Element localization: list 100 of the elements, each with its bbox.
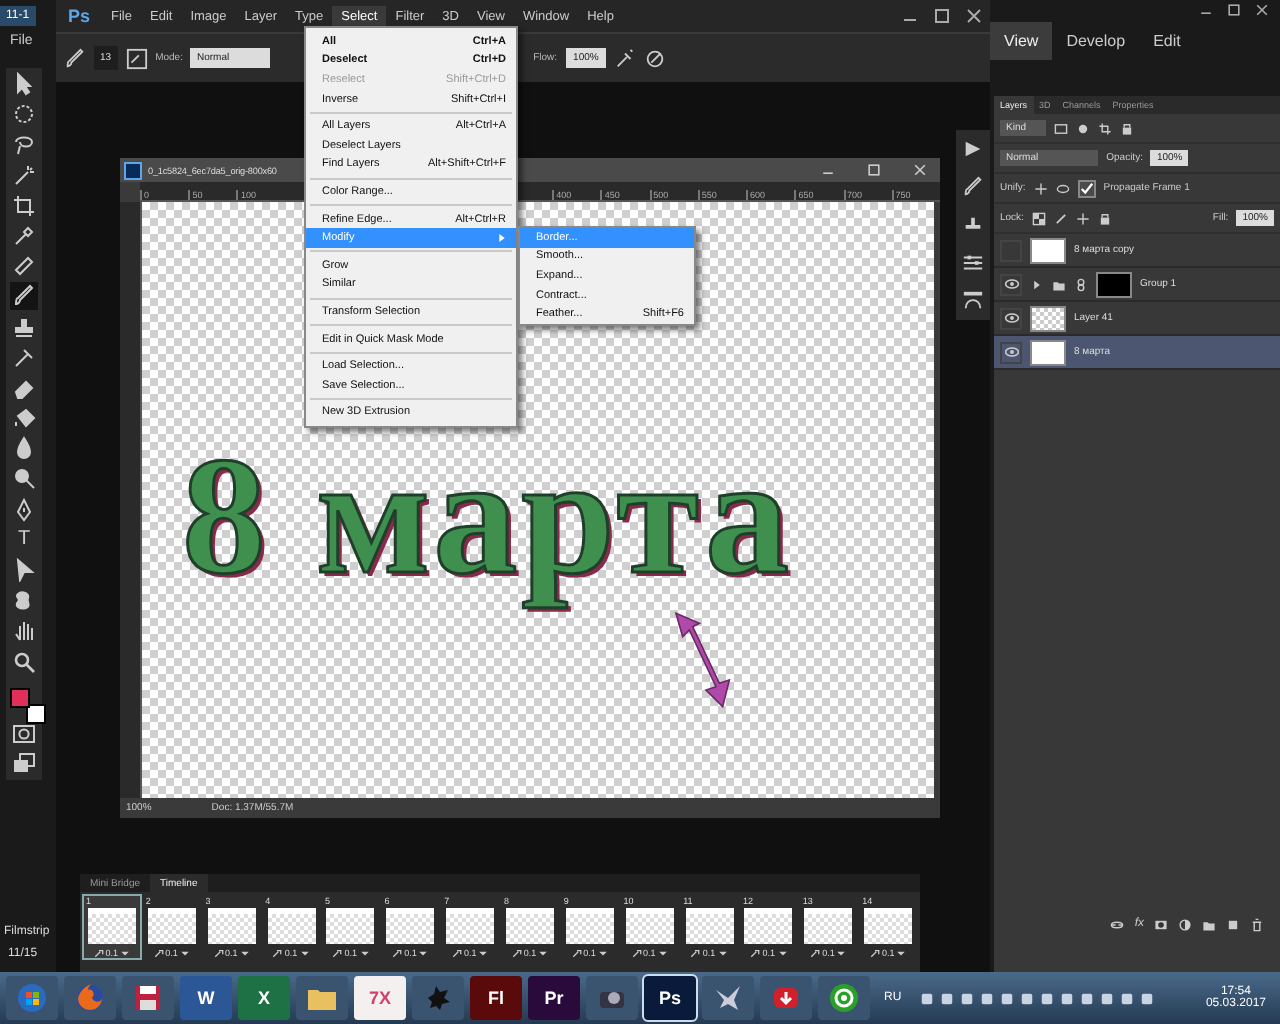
- half-circle-icon[interactable]: [1178, 917, 1192, 931]
- folder-icon[interactable]: [1202, 917, 1216, 931]
- caret-icon[interactable]: [597, 948, 608, 958]
- loop-icon[interactable]: [451, 948, 462, 958]
- app-logo: Ps: [68, 6, 91, 26]
- taskbar-app[interactable]: 7X: [354, 976, 406, 1020]
- trash-icon[interactable]: [1250, 917, 1264, 931]
- caret-icon[interactable]: [179, 948, 190, 958]
- image-icon[interactable]: [1054, 121, 1069, 135]
- loop-icon[interactable]: [511, 948, 522, 958]
- play-icon[interactable]: [962, 138, 984, 160]
- loop-icon[interactable]: [213, 948, 224, 958]
- quick-mask-icon[interactable]: [12, 721, 36, 746]
- close-icon[interactable]: [1254, 2, 1270, 18]
- module-tab[interactable]: View: [990, 21, 1053, 59]
- caret-icon[interactable]: [299, 948, 310, 958]
- taskbar-app[interactable]: Fl: [470, 976, 522, 1020]
- loop-icon[interactable]: [631, 948, 642, 958]
- pressure-icon[interactable]: [644, 47, 667, 69]
- caret-icon[interactable]: [717, 948, 728, 958]
- loop-icon[interactable]: [750, 948, 761, 958]
- airbrush-icon[interactable]: [614, 47, 637, 69]
- caret-icon[interactable]: [359, 948, 369, 958]
- pointer-icon[interactable]: [12, 558, 36, 582]
- maximize-icon[interactable]: [932, 6, 952, 26]
- taskbar-app[interactable]: W: [180, 976, 232, 1020]
- taskbar-button[interactable]: [296, 976, 348, 1020]
- blob-icon[interactable]: [12, 588, 36, 613]
- caret-icon[interactable]: [418, 948, 429, 958]
- zoom-icon[interactable]: [12, 649, 36, 674]
- sliders-icon[interactable]: [962, 252, 984, 274]
- close-icon[interactable]: [910, 162, 930, 178]
- caret-icon[interactable]: [120, 948, 131, 958]
- move-icon[interactable]: [1033, 181, 1048, 195]
- submenu-arrow-icon: [498, 234, 506, 243]
- close-icon[interactable]: [964, 6, 984, 26]
- taskbar-button[interactable]: [586, 976, 638, 1020]
- mask-icon[interactable]: [1154, 917, 1168, 931]
- crop-icon[interactable]: [1098, 121, 1113, 135]
- lock-icon[interactable]: [1097, 211, 1112, 225]
- lollipop-icon[interactable]: [12, 466, 36, 491]
- brush-panel-icon[interactable]: [125, 47, 148, 69]
- stamp-icon[interactable]: [12, 315, 36, 339]
- dashed-circle-icon[interactable]: [12, 102, 36, 127]
- color-swatch[interactable]: [10, 687, 30, 708]
- caret-icon[interactable]: [538, 948, 549, 958]
- color-swatch[interactable]: [26, 703, 46, 724]
- maximize-icon[interactable]: [864, 162, 884, 178]
- module-tab[interactable]: Develop: [1052, 21, 1140, 59]
- loop-icon[interactable]: [869, 948, 880, 958]
- caret-icon[interactable]: [836, 948, 847, 958]
- eyedropper-icon[interactable]: [12, 223, 36, 248]
- checker-icon[interactable]: [1031, 211, 1046, 225]
- visibility-toggle[interactable]: [1000, 307, 1022, 329]
- module-tab[interactable]: Edit: [1139, 21, 1195, 59]
- loop-icon[interactable]: [810, 948, 821, 958]
- circle-icon[interactable]: [1076, 121, 1091, 135]
- expand-arrow-icon[interactable]: [1030, 277, 1044, 291]
- frame-thumbnail: [147, 908, 196, 944]
- taskbar-button[interactable]: [6, 976, 58, 1020]
- loop-icon[interactable]: [690, 948, 701, 958]
- new-layer-icon[interactable]: [1226, 917, 1240, 931]
- crop-icon[interactable]: [12, 193, 36, 218]
- loop-icon[interactable]: [332, 948, 343, 958]
- checkbox[interactable]: [1077, 179, 1096, 197]
- bucket-icon[interactable]: [12, 406, 36, 431]
- loop-icon[interactable]: [272, 948, 283, 958]
- caret-icon[interactable]: [478, 948, 489, 958]
- eye-icon[interactable]: [1055, 181, 1070, 195]
- caret-icon[interactable]: [896, 948, 907, 958]
- caret-icon[interactable]: [239, 948, 250, 958]
- drop-icon[interactable]: [12, 436, 36, 461]
- visibility-toggle[interactable]: [1000, 273, 1022, 295]
- taskbar-button[interactable]: [818, 976, 870, 1020]
- taskbar-app[interactable]: Pr: [528, 976, 580, 1020]
- loop-icon[interactable]: [392, 948, 403, 958]
- caret-icon[interactable]: [657, 948, 668, 958]
- taskbar-button[interactable]: [122, 976, 174, 1020]
- pen-icon[interactable]: [12, 497, 36, 522]
- hand-icon[interactable]: [12, 618, 36, 643]
- move-icon[interactable]: [1075, 211, 1090, 225]
- tool-button[interactable]: T: [12, 527, 36, 552]
- loop-icon[interactable]: [93, 948, 104, 958]
- caret-icon[interactable]: [777, 948, 788, 958]
- lasso-icon[interactable]: [12, 132, 36, 157]
- bandage-icon[interactable]: [12, 254, 36, 279]
- taskbar-button[interactable]: [702, 976, 754, 1020]
- taskbar-app[interactable]: Ps: [644, 976, 696, 1020]
- path-icon[interactable]: [962, 290, 984, 312]
- loop-icon[interactable]: [571, 948, 582, 958]
- screen-mode-icon[interactable]: [12, 752, 36, 777]
- taskbar-button[interactable]: [760, 976, 812, 1020]
- taskbar-app[interactable]: X: [238, 976, 290, 1020]
- visibility-toggle[interactable]: [1000, 341, 1022, 363]
- lock-icon[interactable]: [1120, 121, 1135, 135]
- wand-icon[interactable]: [12, 163, 36, 188]
- loop-icon[interactable]: [153, 948, 164, 958]
- maximize-icon[interactable]: [1226, 2, 1242, 18]
- eraser-icon[interactable]: [12, 375, 36, 400]
- frame-thumbnail: [386, 908, 435, 944]
